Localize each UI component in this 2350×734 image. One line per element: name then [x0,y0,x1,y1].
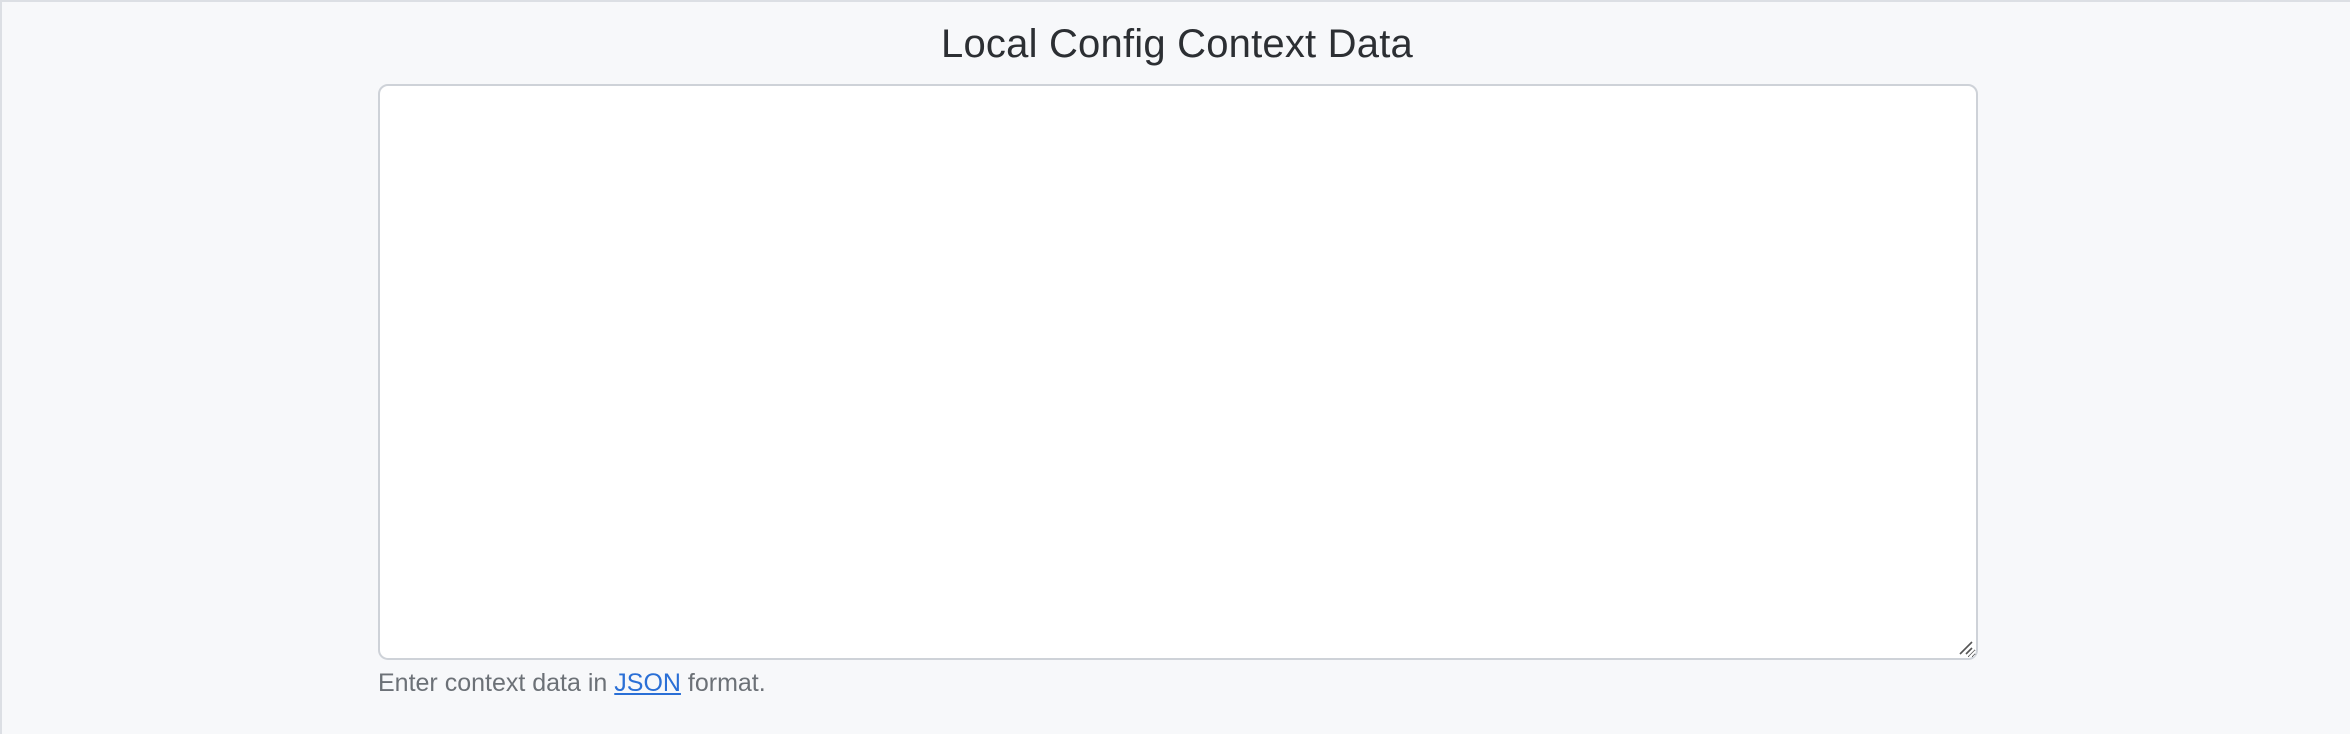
help-text-suffix: format. [680,669,766,697]
page-frame: Local Config Context Data Enter context … [0,0,2350,734]
section-title: Local Config Context Data [941,22,1413,66]
context-data-field-wrapper [378,84,1978,660]
help-text-prefix: Enter context data in [378,669,615,697]
json-link[interactable]: JSON [614,669,681,697]
context-data-textarea[interactable] [378,84,1978,660]
help-text: Enter context data in JSON format. [378,666,766,700]
